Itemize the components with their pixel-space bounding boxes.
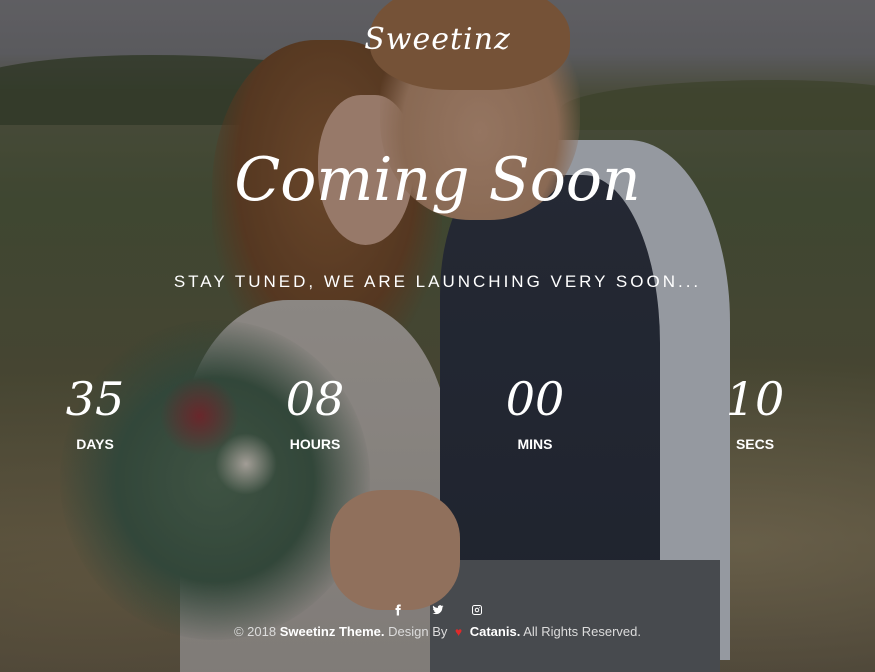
theme-name-link[interactable]: Sweetinz Theme. xyxy=(280,624,385,639)
countdown-hours-label: HOURS xyxy=(289,436,341,452)
heart-icon: ♥ xyxy=(454,625,463,639)
site-logo[interactable]: Sweetinz xyxy=(0,22,875,57)
page: Sweetinz Coming Soon STAY TUNED, WE ARE … xyxy=(0,0,875,672)
countdown-mins-value: 00 xyxy=(505,372,565,426)
dark-overlay xyxy=(0,0,875,672)
instagram-icon[interactable] xyxy=(460,602,494,616)
countdown-days-value: 35 xyxy=(65,372,125,426)
design-by-text: Design By xyxy=(388,624,448,639)
countdown-hours: 08 HOURS xyxy=(240,370,390,452)
author-link[interactable]: Catanis. xyxy=(470,624,521,639)
facebook-icon[interactable] xyxy=(381,602,415,616)
countdown-hours-value: 08 xyxy=(285,372,345,426)
page-title: Coming Soon xyxy=(234,145,641,215)
social-links xyxy=(0,598,875,617)
countdown-secs: 10 SECS xyxy=(680,370,830,452)
countdown-days-label: DAYS xyxy=(76,436,114,452)
countdown-mins: 00 MINS xyxy=(460,370,610,452)
twitter-icon[interactable] xyxy=(421,602,455,616)
rights-text: All Rights Reserved. xyxy=(523,624,641,639)
countdown-secs-value: 10 xyxy=(725,372,785,426)
footer: © 2018 Sweetinz Theme. Design By ♥ Catan… xyxy=(0,624,875,639)
countdown-timer: 35 DAYS 08 HOURS 00 MINS 10 SECS xyxy=(0,370,875,470)
countdown-mins-label: MINS xyxy=(517,436,553,452)
countdown-days: 35 DAYS xyxy=(20,370,170,452)
tagline: STAY TUNED, WE ARE LAUNCHING VERY SOON..… xyxy=(173,272,702,291)
copyright-text: © 2018 xyxy=(233,624,277,639)
countdown-secs-label: SECS xyxy=(735,436,775,452)
